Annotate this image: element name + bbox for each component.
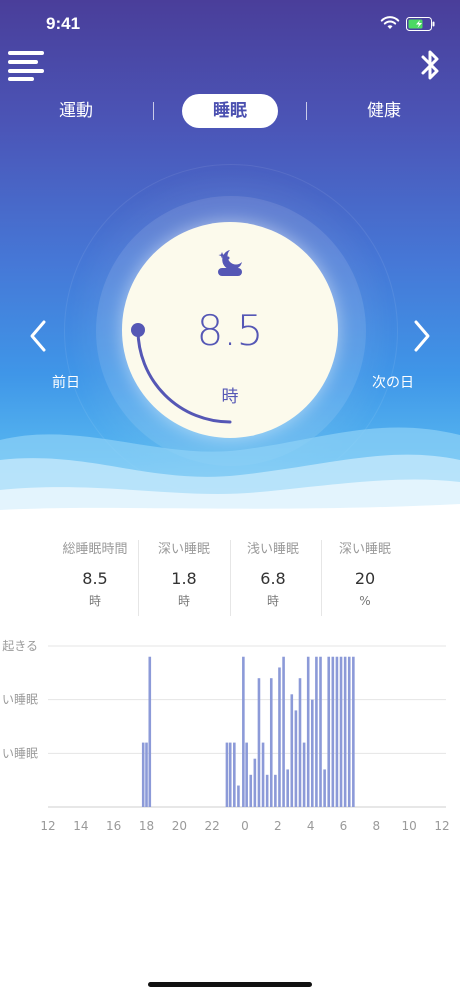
chart-bar — [331, 656, 335, 807]
chart-bar — [343, 656, 347, 807]
stat-unit: 時 — [177, 594, 190, 608]
chart-x-label: 2 — [274, 819, 282, 833]
chart-bar — [298, 678, 302, 807]
chart-bar — [278, 667, 281, 807]
stat-total-sleep: 総睡眠時間 8.5 時 — [50, 540, 140, 610]
tab-divider — [153, 102, 154, 120]
stat-unit: 時 — [266, 594, 279, 608]
menu-icon[interactable] — [8, 50, 46, 82]
sleep-chart: 起きるい睡眠い睡眠12 14 16 18 20 22 0 2 4 6 8 10 12 — [2, 639, 450, 833]
chart-x-label: 4 — [307, 819, 315, 833]
stat-value: 6.8 — [260, 569, 286, 588]
stat-unit: % — [359, 594, 371, 608]
tab-bar: 運動 睡眠 健康 — [0, 94, 460, 128]
sleep-stats: 総睡眠時間 8.5 時 深い睡眠 1.8 時 浅い睡眠 6.8 時 深い睡眠 2… — [0, 540, 460, 616]
chart-bar — [286, 769, 289, 807]
chart-bar — [339, 656, 343, 807]
chart-bar — [148, 656, 152, 807]
chart-bar — [253, 758, 257, 807]
wifi-icon — [380, 16, 400, 29]
tab-divider — [306, 102, 307, 120]
chart-y-label: い睡眠 — [2, 693, 38, 707]
status-bar: 9:41 — [0, 0, 460, 50]
status-time: 9:41 — [46, 14, 81, 33]
chart-bar — [242, 656, 245, 807]
sleep-hours-unit: 時 — [221, 387, 239, 407]
chart-bar — [319, 656, 322, 807]
chart-x-label: 22 — [205, 819, 220, 833]
tab-health[interactable]: 健康 — [354, 94, 414, 128]
chart-bar — [352, 656, 355, 807]
chart-bar — [233, 742, 236, 807]
previous-day-label[interactable]: 前日 — [52, 372, 80, 392]
wave-decoration — [0, 427, 460, 520]
stat-value: 8.5 — [82, 569, 108, 588]
chart-bar — [327, 656, 331, 807]
bluetooth-icon[interactable] — [418, 48, 442, 82]
stat-value: 1.8 — [171, 569, 197, 588]
chart-bar — [306, 656, 310, 807]
chart-bar — [302, 742, 306, 807]
stat-unit: 時 — [88, 594, 101, 608]
chart-x-label: 20 — [172, 819, 187, 833]
chart-bar — [257, 678, 261, 807]
chart-bar — [274, 774, 277, 807]
sleep-hours-value: 8.5 — [196, 306, 264, 355]
chart-bar — [261, 742, 265, 807]
chart-bar — [141, 742, 145, 807]
chart-bar — [245, 742, 248, 807]
tab-sleep[interactable]: 睡眠 — [182, 94, 278, 128]
chart-x-label: 0 — [241, 819, 249, 833]
stat-label: 深い睡眠 — [157, 542, 210, 557]
tab-exercise[interactable]: 運動 — [46, 94, 106, 128]
stat-label: 深い睡眠 — [338, 542, 391, 557]
chart-bar — [290, 694, 294, 807]
chart-x-label: 16 — [106, 819, 121, 833]
next-day-label[interactable]: 次の日 — [372, 372, 414, 392]
chart-bar — [249, 774, 253, 807]
chart-x-label: 10 — [402, 819, 417, 833]
chart-bar — [335, 656, 339, 807]
chart-bar — [282, 656, 285, 807]
chart-bar — [237, 785, 240, 807]
battery-icon — [406, 17, 435, 31]
chart-x-label: 6 — [340, 819, 348, 833]
chart-bar — [228, 742, 232, 807]
stat-light-sleep: 浅い睡眠 6.8 時 — [228, 540, 318, 610]
hero-section: 9:41 運動 睡眠 健康 8.5 時 前日 次の日 — [0, 0, 460, 520]
chart-bar — [311, 699, 314, 807]
chart-x-label: 18 — [139, 819, 154, 833]
stat-deep-sleep-percent: 深い睡眠 20 % — [320, 540, 410, 610]
chart-bar — [315, 656, 318, 807]
chart-y-label: 起きる — [2, 639, 38, 653]
next-day-arrow-icon[interactable] — [410, 318, 434, 354]
chart-y-label: い睡眠 — [2, 746, 38, 760]
chart-bar — [294, 710, 298, 807]
chart-bar — [225, 742, 229, 807]
chart-x-label: 12 — [434, 819, 449, 833]
stat-value: 20 — [354, 569, 376, 588]
stat-label: 総睡眠時間 — [62, 542, 128, 557]
sleep-dial: 8.5 時 — [122, 222, 338, 438]
chart-bar — [323, 769, 326, 807]
stat-deep-sleep: 深い睡眠 1.8 時 — [139, 540, 229, 610]
chart-bar — [269, 678, 273, 807]
chart-bar — [347, 656, 351, 807]
stat-label: 浅い睡眠 — [246, 542, 299, 557]
home-indicator — [148, 982, 312, 987]
chart-bar — [145, 742, 148, 807]
chart-x-label: 8 — [373, 819, 381, 833]
moon-stars-icon — [218, 250, 242, 276]
chart-bar — [265, 774, 269, 807]
previous-day-arrow-icon[interactable] — [26, 318, 50, 354]
chart-x-label: 14 — [73, 819, 88, 833]
chart-x-label: 12 — [40, 819, 55, 833]
